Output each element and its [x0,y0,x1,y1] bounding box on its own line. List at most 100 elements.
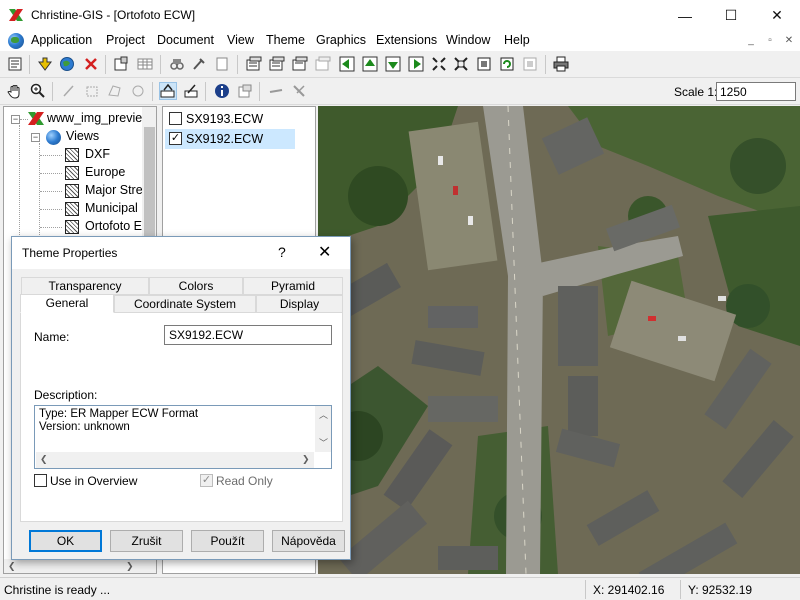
zoom-to-theme-icon[interactable] [475,55,493,73]
select-circle-icon[interactable] [129,82,147,100]
tree-scroll-thumb[interactable] [144,127,155,247]
description-vertical-scrollbar[interactable]: ︿ ﹀ [315,406,331,452]
dialog-help-button[interactable]: ? [278,244,286,260]
hotlink-icon[interactable] [290,82,308,100]
help-button[interactable]: Nápověda [272,530,345,552]
clear-selection-icon[interactable] [213,55,231,73]
find-icon[interactable] [168,55,186,73]
maximize-button[interactable]: ☐ [708,0,754,31]
layout-1-icon[interactable] [245,55,263,73]
table-icon[interactable] [136,55,154,73]
close-button[interactable]: ✕ [754,0,800,31]
zoom-selected-icon[interactable] [521,55,539,73]
read-only-checkbox: ✓ [200,474,213,487]
query-builder-icon[interactable] [190,55,208,73]
edit-tool-icon[interactable] [182,82,200,100]
select-rect-icon[interactable] [83,82,101,100]
scroll-left-icon[interactable]: ❮ [8,561,16,572]
tab-colors[interactable]: Colors [149,277,243,295]
theme-properties-icon[interactable] [112,55,130,73]
identify-tool-icon[interactable] [159,82,177,100]
menu-application[interactable]: Application [31,33,92,47]
select-graphic-icon[interactable] [60,82,78,100]
move-down-icon[interactable] [384,55,402,73]
tree-view-item[interactable]: DXF [85,147,110,165]
menu-project[interactable]: Project [106,33,145,47]
tree-view-item[interactable]: Ortofoto E [85,219,142,237]
theme-visibility-checkbox[interactable] [169,112,182,125]
scroll-down-icon[interactable]: ﹀ [319,436,328,449]
dialog-close-button[interactable]: ✕ [318,242,331,262]
zoom-to-extent-icon[interactable] [452,55,470,73]
theme-visibility-checkbox[interactable]: ✓ [169,132,182,145]
minimize-button[interactable]: — [662,0,708,31]
menu-help[interactable]: Help [504,33,530,47]
menu-document[interactable]: Document [157,33,214,47]
theme-list-item[interactable]: SX9193.ECW [165,109,295,129]
dialog-title: Theme Properties [22,246,118,260]
menu-graphics[interactable]: Graphics [316,33,366,47]
theme-list-item[interactable]: ✓ SX9192.ECW [165,129,295,149]
scroll-left-icon[interactable]: ❮ [40,454,48,465]
zoom-previous-icon[interactable] [498,55,516,73]
theme-globe-icon[interactable] [58,55,76,73]
views-collapse-icon[interactable]: − [31,133,40,142]
mdi-restore-button[interactable]: ▫ [761,33,779,49]
zoom-full-icon[interactable] [430,55,448,73]
layout-3-icon[interactable] [291,55,309,73]
theme-properties-dialog: Theme Properties ? ✕ Transparency Colors… [11,236,351,560]
mdi-minimize-button[interactable]: _ [742,33,760,49]
info-icon[interactable] [213,82,231,100]
tab-display[interactable]: Display [256,295,343,313]
measure-icon[interactable] [267,82,285,100]
tree-view-item[interactable]: Major Stre [85,183,143,201]
properties-icon[interactable] [6,55,24,73]
layout-4-icon[interactable] [314,55,332,73]
delete-theme-icon[interactable] [82,55,100,73]
pan-hand-icon[interactable] [6,82,24,100]
theme-name: SX9193.ECW [186,112,264,126]
tree-view-item[interactable]: Municipal [85,201,138,219]
move-left-icon[interactable] [338,55,356,73]
layout-2-icon[interactable] [268,55,286,73]
tree-horizontal-scrollbar[interactable]: ❮ ❯ [4,559,156,573]
tab-general[interactable]: General [20,294,114,313]
map-view[interactable] [318,106,800,574]
label-icon[interactable] [236,82,254,100]
views-globe-icon [46,130,61,145]
scroll-right-icon[interactable]: ❯ [126,561,134,572]
move-right-icon[interactable] [407,55,425,73]
cancel-button[interactable]: Zrušit [110,530,183,552]
menu-view[interactable]: View [227,33,254,47]
tab-pyramid[interactable]: Pyramid [243,277,343,295]
dialog-title-bar: Theme Properties ? ✕ [12,237,350,269]
theme-name: SX9192.ECW [186,132,264,146]
scroll-up-icon[interactable]: ︿ [319,408,328,421]
mdi-close-button[interactable]: ✕ [780,33,798,49]
tools-toolbar: Scale 1: [0,78,800,105]
tree-views-label[interactable]: Views [66,129,99,147]
apply-button[interactable]: Použít [191,530,264,552]
zoom-in-icon[interactable] [29,82,47,100]
move-up-icon[interactable] [361,55,379,73]
menu-window[interactable]: Window [446,33,490,47]
menu-theme[interactable]: Theme [266,33,305,47]
print-icon[interactable] [552,55,570,73]
tab-transparency[interactable]: Transparency [21,277,149,295]
add-theme-icon[interactable] [36,55,54,73]
tree-root-collapse-icon[interactable]: − [11,115,20,124]
scale-input[interactable] [716,82,796,101]
description-horizontal-scrollbar[interactable]: ❮ ❯ [36,452,314,468]
description-textarea[interactable]: Type: ER Mapper ECW Format Version: unkn… [34,405,332,469]
select-polygon-icon[interactable] [106,82,124,100]
use-in-overview-checkbox[interactable] [34,474,47,487]
globe-icon[interactable] [8,33,24,49]
menu-extensions[interactable]: Extensions [376,33,437,47]
read-only-label: Read Only [216,474,273,488]
tree-root-label[interactable]: www_img_previe [47,111,142,129]
tree-view-item[interactable]: Europe [85,165,125,183]
tab-coordinate-system[interactable]: Coordinate System [114,295,256,313]
name-field[interactable] [164,325,332,345]
scroll-right-icon[interactable]: ❯ [302,454,310,465]
ok-button[interactable]: OK [29,530,102,552]
